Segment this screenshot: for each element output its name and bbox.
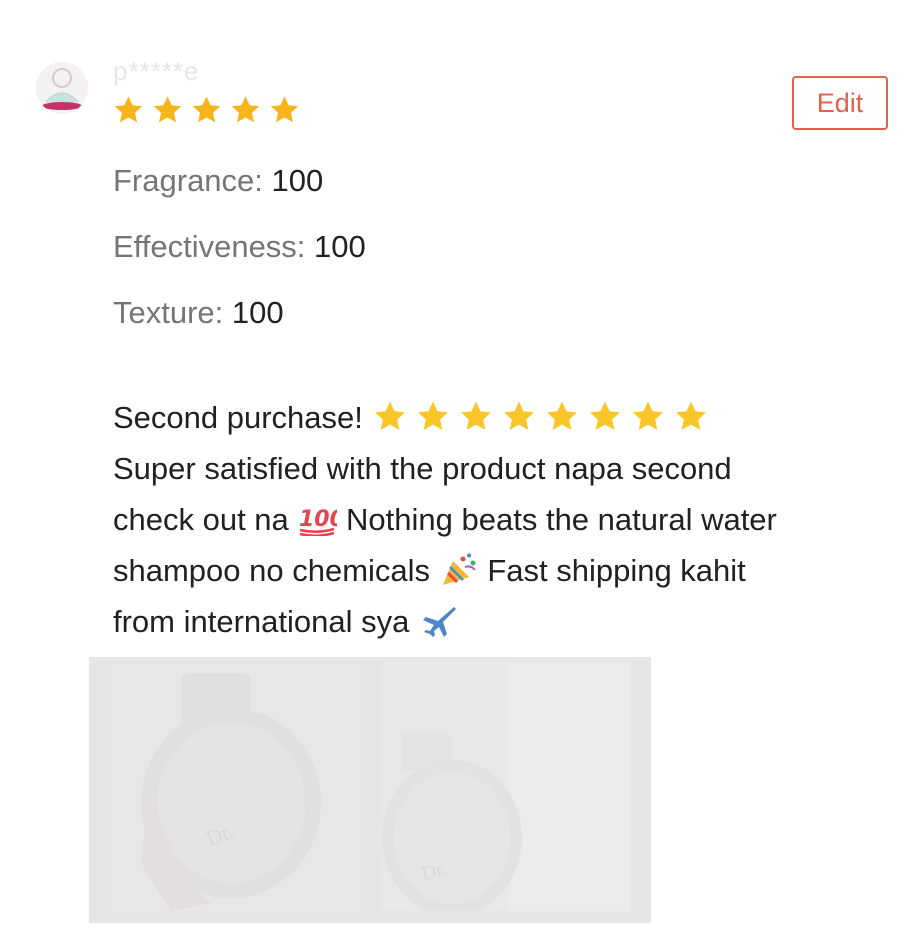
- star-icon: [153, 96, 182, 123]
- star-emoji-icon: [374, 401, 405, 430]
- review-line: from international sya: [113, 596, 903, 647]
- attribute-value: 100: [314, 229, 366, 264]
- review-photo[interactable]: Dr.: [380, 663, 630, 911]
- attribute-label: Texture:: [113, 295, 224, 330]
- attribute-texture: Texture: 100: [113, 295, 284, 331]
- review-text-segment: Second purchase!: [113, 400, 363, 435]
- attribute-label: Effectiveness:: [113, 229, 306, 264]
- attribute-value: 100: [271, 163, 324, 198]
- star-icon: [231, 96, 260, 123]
- attribute-value: 100: [231, 295, 284, 330]
- review-text-segment: Fast shipping kahit: [487, 553, 746, 588]
- star-emoji-icon: [460, 401, 491, 430]
- star-icon: [192, 96, 221, 123]
- review-text-segment: from international sya: [113, 604, 410, 639]
- reviewer-username: p*****e: [113, 56, 200, 86]
- attribute-label: Fragrance:: [113, 163, 263, 198]
- attribute-fragrance: Fragrance: 100: [113, 163, 323, 199]
- review-card: p*****e Edit Fragrance: 100 Effectivenes…: [0, 0, 921, 931]
- review-text-segment: check out na: [113, 502, 289, 537]
- airplane-icon: [423, 607, 456, 637]
- star-emoji-icon: [503, 401, 534, 430]
- review-photos: Dr. Dr.: [89, 657, 651, 923]
- star-emoji-icon: [417, 401, 448, 430]
- hundred-points-icon: 100: [299, 507, 337, 536]
- rating-stars: [112, 94, 301, 126]
- edit-review-button[interactable]: Edit: [792, 76, 888, 130]
- review-line: Super satisfied with the product napa se…: [113, 451, 732, 486]
- review-text-segment: Nothing beats the natural water: [346, 502, 777, 537]
- star-emoji-icon: [675, 401, 706, 430]
- star-icon: [270, 96, 299, 123]
- review-line: Second purchase!: [113, 392, 903, 443]
- review-text-segment: shampoo no chemicals: [113, 553, 431, 588]
- review-text: Second purchase! Super satisfied with th…: [113, 392, 903, 647]
- attribute-effectiveness: Effectiveness: 100: [113, 229, 366, 265]
- party-popper-icon: [442, 553, 476, 585]
- review-line: check out na 100 Nothing beats the natur…: [113, 494, 903, 545]
- star-emoji-icon: [632, 401, 663, 430]
- review-photo[interactable]: Dr.: [111, 663, 363, 911]
- star-icon: [114, 96, 143, 123]
- emoji-stars: [372, 400, 716, 435]
- star-emoji-icon: [589, 401, 620, 430]
- review-line: shampoo no chemicals Fast shipping kahit: [113, 545, 903, 596]
- svg-text:100: 100: [299, 507, 337, 532]
- star-emoji-icon: [546, 401, 577, 430]
- avatar[interactable]: [36, 62, 88, 114]
